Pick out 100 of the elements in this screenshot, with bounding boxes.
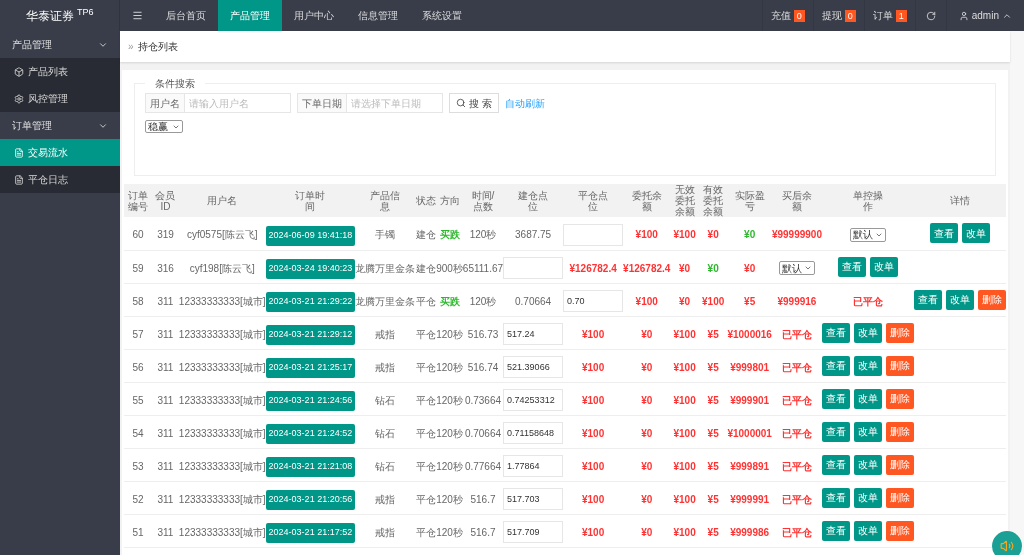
search-button[interactable]: 搜 索 bbox=[449, 93, 499, 113]
action-button[interactable]: 改单 bbox=[853, 421, 882, 442]
table-cell: 钻石 bbox=[375, 394, 396, 406]
table-cell: 0.70664 bbox=[515, 295, 552, 307]
action-button[interactable]: 查看 bbox=[821, 388, 850, 409]
action-button[interactable]: 改单 bbox=[853, 322, 882, 343]
order-time-button[interactable]: 2024-03-21 21:21:08 bbox=[265, 456, 356, 477]
table-cell: 120秒 bbox=[436, 394, 463, 406]
table-cell: 12333333333[城市] bbox=[178, 493, 266, 505]
table-cell: 0.73664 bbox=[464, 394, 502, 406]
nav-tab[interactable]: 后台首页 bbox=[154, 0, 218, 31]
sidebar-group[interactable]: 产品管理 bbox=[0, 31, 120, 58]
delete-button[interactable]: 删除 bbox=[885, 520, 914, 541]
document-icon bbox=[14, 147, 24, 158]
order-time-button[interactable]: 2024-03-21 21:20:56 bbox=[265, 489, 356, 510]
table-cell: ¥0 bbox=[641, 328, 653, 340]
table-cell: 900秒 bbox=[436, 262, 463, 274]
action-button[interactable]: 改单 bbox=[962, 223, 990, 244]
table-cell: 12333333333[城市] bbox=[178, 526, 266, 538]
order-time-button[interactable]: 2024-03-21 21:29:12 bbox=[265, 324, 356, 345]
action-button[interactable]: 改单 bbox=[853, 355, 882, 376]
table-cell: ¥100 bbox=[581, 427, 605, 439]
table-cell: ¥999901 bbox=[730, 394, 770, 406]
close-price-field[interactable]: 521.39066 bbox=[503, 356, 564, 378]
sidebar-item[interactable]: 平仓日志 bbox=[0, 166, 120, 193]
action-button[interactable]: 改单 bbox=[869, 256, 898, 277]
close-price-field[interactable]: 0.70 bbox=[563, 290, 624, 312]
table-cell: 12333333333[城市] bbox=[178, 460, 266, 472]
table-cell: 53 bbox=[132, 460, 144, 472]
order-time-button[interactable]: 2024-03-21 21:25:17 bbox=[265, 357, 356, 378]
table-cell: 0.77664 bbox=[464, 460, 502, 472]
action-button[interactable]: 改单 bbox=[853, 454, 882, 475]
table-cell: 已平仓 bbox=[781, 460, 812, 472]
logo: 华泰证券 $^{TP6}$ bbox=[25, 6, 94, 25]
mode-select[interactable]: 默认 bbox=[849, 227, 886, 242]
action-button[interactable]: 改单 bbox=[853, 388, 882, 409]
close-price-field[interactable]: 1.77864 bbox=[503, 455, 564, 477]
nav-tab[interactable]: 系统设置 bbox=[410, 0, 474, 31]
table-cell: ¥1000016 bbox=[727, 328, 772, 340]
breadcrumb-title: 持仓列表 bbox=[137, 40, 178, 54]
close-price-field[interactable]: 0.74253312 bbox=[503, 389, 564, 411]
delete-button[interactable]: 删除 bbox=[885, 388, 914, 409]
table-cell: 平仓 bbox=[415, 427, 436, 439]
nav-tab[interactable]: 用户中心 bbox=[282, 0, 346, 31]
action-button[interactable]: 查看 bbox=[821, 322, 850, 343]
search-legend: 条件搜索 bbox=[145, 76, 205, 91]
action-button[interactable]: 查看 bbox=[930, 223, 958, 244]
sidebar-item[interactable]: 产品列表 bbox=[0, 58, 120, 85]
action-button[interactable]: 改单 bbox=[853, 520, 882, 541]
table-cell: ¥999801 bbox=[730, 361, 770, 373]
auto-refresh-link[interactable]: 自动刷新 bbox=[504, 95, 545, 111]
table-cell: 平仓 bbox=[415, 526, 436, 538]
close-price-field[interactable]: 0.71158648 bbox=[503, 422, 564, 444]
action-button[interactable]: 查看 bbox=[821, 520, 850, 541]
table-cell: 12333333333[城市] bbox=[178, 394, 266, 406]
order-time-button[interactable]: 2024-03-21 21:24:52 bbox=[265, 423, 356, 444]
close-price-field[interactable] bbox=[563, 223, 624, 246]
table-cell: ¥100 bbox=[673, 361, 696, 373]
table-cell: ¥100 bbox=[581, 493, 605, 505]
order-time-button[interactable]: 2024-03-21 21:29:22 bbox=[265, 291, 356, 312]
action-button[interactable]: 查看 bbox=[914, 289, 942, 310]
table-cell: ¥5 bbox=[707, 526, 719, 538]
order-time-button[interactable]: 2024-06-09 19:41:18 bbox=[265, 225, 356, 246]
action-button[interactable]: 查看 bbox=[821, 454, 850, 475]
sidebar-group[interactable]: 订单管理 bbox=[0, 112, 120, 139]
nav-tab[interactable]: 产品管理 bbox=[218, 0, 282, 31]
delete-button[interactable]: 删除 bbox=[885, 421, 914, 442]
search-field[interactable]: 请输入用户名 bbox=[185, 93, 291, 113]
close-price-field[interactable]: 517.709 bbox=[503, 521, 564, 543]
nav-tab[interactable]: 信息管理 bbox=[346, 0, 410, 31]
table-cell: ¥100 bbox=[673, 526, 696, 538]
table-cell: 65111.67 bbox=[462, 262, 504, 274]
action-button[interactable]: 查看 bbox=[821, 487, 850, 508]
sidebar-item[interactable]: 交易流水 bbox=[0, 139, 120, 166]
delete-button[interactable]: 删除 bbox=[885, 322, 914, 343]
action-button[interactable]: 查看 bbox=[821, 355, 850, 376]
action-button[interactable]: 查看 bbox=[837, 256, 866, 277]
delete-button[interactable]: 删除 bbox=[885, 454, 914, 475]
table-cell: ¥0 bbox=[679, 295, 691, 307]
table-cell: 51 bbox=[132, 526, 144, 538]
action-button[interactable]: 查看 bbox=[821, 421, 850, 442]
order-time-button[interactable]: 2024-03-21 21:17:52 bbox=[265, 522, 356, 543]
sidebar-item[interactable]: 风控管理 bbox=[0, 85, 120, 112]
action-button[interactable]: 改单 bbox=[946, 289, 974, 310]
close-price-field[interactable]: 517.24 bbox=[503, 323, 564, 345]
table-cell: 钻石 bbox=[375, 460, 396, 472]
column-header: 状态 bbox=[415, 195, 437, 206]
close-price-field[interactable]: 517.703 bbox=[503, 488, 564, 510]
strategy-select[interactable]: 稳赢 bbox=[145, 120, 183, 133]
order-time-button[interactable]: 2024-03-24 19:40:23 bbox=[265, 258, 356, 279]
delete-button[interactable]: 删除 bbox=[885, 487, 914, 508]
delete-button[interactable]: 删除 bbox=[978, 289, 1006, 310]
table-cell: 52 bbox=[132, 493, 144, 505]
delete-button[interactable]: 删除 bbox=[885, 355, 914, 376]
table-cell: ¥100 bbox=[581, 526, 605, 538]
close-price-field[interactable] bbox=[503, 257, 564, 279]
table-cell: 建仓 bbox=[415, 262, 436, 274]
order-time-button[interactable]: 2024-03-21 21:24:56 bbox=[265, 390, 356, 411]
action-button[interactable]: 改单 bbox=[853, 487, 882, 508]
mode-select[interactable]: 默认 bbox=[778, 261, 815, 275]
